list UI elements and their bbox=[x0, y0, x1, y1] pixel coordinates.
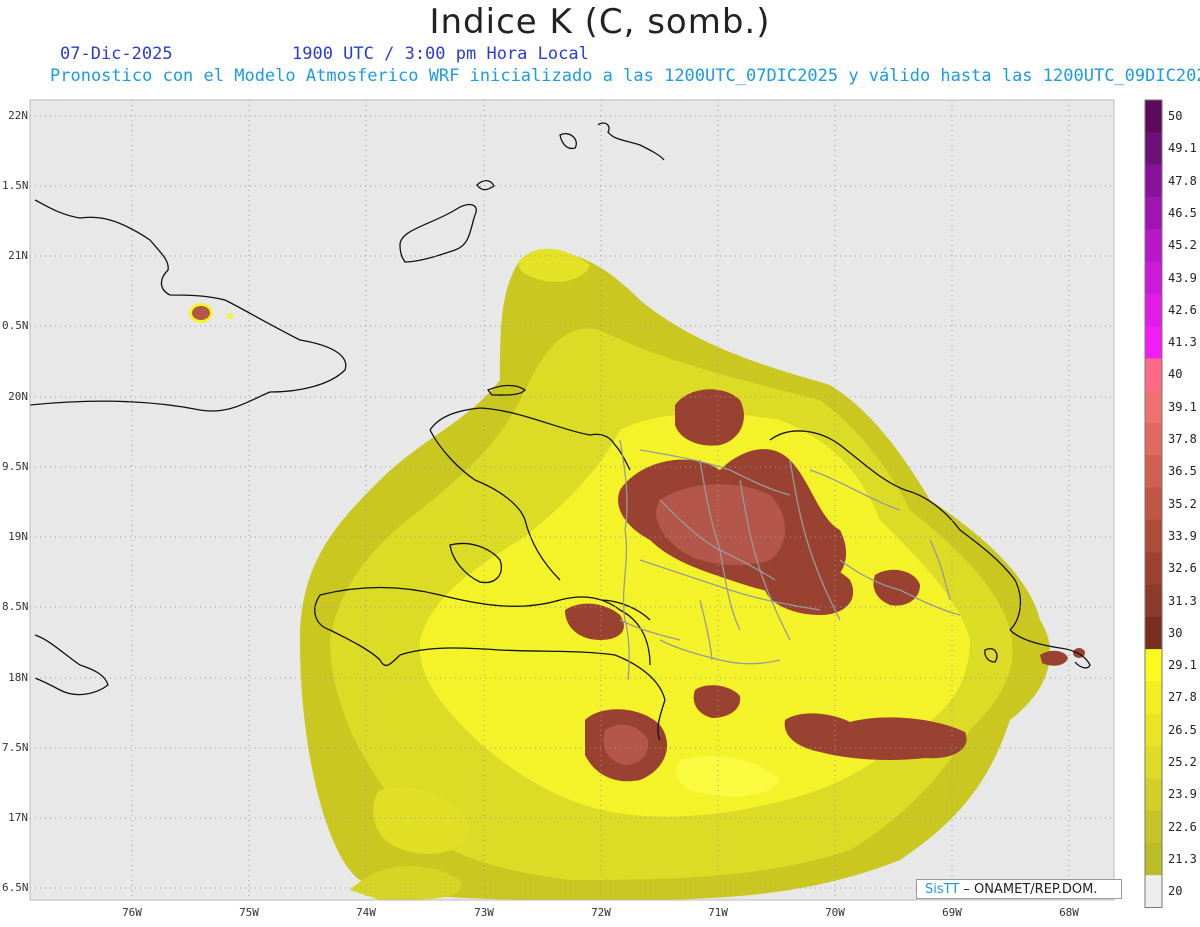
colorbar-swatch bbox=[1145, 390, 1162, 424]
colorbar-label: 50 bbox=[1168, 109, 1183, 123]
colorbar-swatch bbox=[1145, 842, 1162, 876]
lon-label: 70W bbox=[825, 906, 845, 919]
credit-org: – ONAMET/REP.DOM. bbox=[959, 882, 1098, 897]
lon-label: 75W bbox=[239, 906, 259, 919]
lat-label: 18N bbox=[8, 671, 28, 684]
colorbar-swatch bbox=[1145, 616, 1162, 650]
lat-label: 20N bbox=[8, 390, 28, 403]
lon-label: 73W bbox=[474, 906, 494, 919]
colorbar-swatch bbox=[1145, 326, 1162, 359]
colorbar-swatch bbox=[1145, 778, 1162, 812]
colorbar-swatch bbox=[1145, 519, 1162, 553]
k-index-map bbox=[29, 99, 1163, 908]
lon-label: 68W bbox=[1059, 906, 1079, 919]
colorbar-label: 40 bbox=[1168, 367, 1183, 381]
colorbar-label: 46.5 bbox=[1168, 206, 1197, 220]
colorbar-label: 27.8 bbox=[1168, 690, 1197, 704]
colorbar-swatch bbox=[1145, 713, 1162, 747]
colorbar-label: 43.9 bbox=[1168, 271, 1197, 285]
lat-label: 6.5N bbox=[2, 881, 29, 894]
colorbar-swatch bbox=[1145, 552, 1162, 585]
colorbar-label: 41.3 bbox=[1168, 335, 1197, 349]
lat-label: 17N bbox=[8, 811, 28, 824]
lon-label: 76W bbox=[122, 906, 142, 919]
colorbar-swatch bbox=[1145, 875, 1162, 908]
colorbar-swatch bbox=[1145, 164, 1162, 198]
lat-label: 7.5N bbox=[2, 741, 29, 754]
lat-label: 8.5N bbox=[2, 600, 29, 613]
sistt-logo-text: SisTT bbox=[925, 882, 960, 897]
colorbar-swatch bbox=[1145, 196, 1162, 230]
colorbar-swatch bbox=[1145, 455, 1162, 489]
colorbar-label: 47.8 bbox=[1168, 174, 1197, 188]
colorbar-swatch bbox=[1145, 487, 1162, 521]
colorbar-label: 22.6 bbox=[1168, 820, 1197, 834]
colorbar-swatch bbox=[1145, 293, 1162, 327]
colorbar-label: 21.3 bbox=[1168, 852, 1197, 866]
colorbar-label: 23.9 bbox=[1168, 787, 1197, 801]
colorbar-swatch bbox=[1145, 261, 1162, 295]
lat-label: 19N bbox=[8, 530, 28, 543]
lat-label: 21N bbox=[8, 249, 28, 262]
colorbar-swatch bbox=[1145, 746, 1162, 779]
colorbar-swatch bbox=[1145, 132, 1162, 166]
lon-label: 69W bbox=[942, 906, 962, 919]
colorbar-swatch bbox=[1145, 649, 1162, 682]
colorbar-label: 49.1 bbox=[1168, 141, 1197, 155]
colorbar-swatch bbox=[1145, 423, 1162, 456]
lon-label: 72W bbox=[591, 906, 611, 919]
colorbar-swatch bbox=[1145, 584, 1162, 618]
colorbar-swatch bbox=[1145, 810, 1162, 844]
colorbar-label: 39.1 bbox=[1168, 400, 1197, 414]
colorbar-label: 32.6 bbox=[1168, 561, 1197, 575]
colorbar-label: 29.1 bbox=[1168, 658, 1197, 672]
colorbar-label: 26.5 bbox=[1168, 723, 1197, 737]
colorbar-label: 36.5 bbox=[1168, 464, 1197, 478]
colorbar-label: 35.2 bbox=[1168, 497, 1197, 511]
colorbar-label: 42.6 bbox=[1168, 303, 1197, 317]
lat-label: 22N bbox=[8, 109, 28, 122]
colorbar-swatch bbox=[1145, 358, 1162, 392]
lon-label: 74W bbox=[356, 906, 376, 919]
lat-label: 9.5N bbox=[2, 460, 29, 473]
lon-label: 71W bbox=[708, 906, 728, 919]
lat-label: 1.5N bbox=[2, 179, 29, 192]
colorbar-label: 33.9 bbox=[1168, 529, 1197, 543]
colorbar-label: 37.8 bbox=[1168, 432, 1197, 446]
colorbar-swatch bbox=[1145, 681, 1162, 715]
colorbar-swatch bbox=[1145, 229, 1162, 262]
colorbar-label: 30 bbox=[1168, 626, 1183, 640]
colorbar bbox=[1144, 99, 1163, 908]
colorbar-label: 25.2 bbox=[1168, 755, 1197, 769]
colorbar-label: 20 bbox=[1168, 884, 1183, 898]
lat-label: 0.5N bbox=[2, 319, 29, 332]
colorbar-label: 45.2 bbox=[1168, 238, 1197, 252]
credit-box: SisTT – ONAMET/REP.DOM. bbox=[916, 879, 1122, 899]
colorbar-label: 31.3 bbox=[1168, 594, 1197, 608]
colorbar-swatch bbox=[1145, 100, 1162, 133]
